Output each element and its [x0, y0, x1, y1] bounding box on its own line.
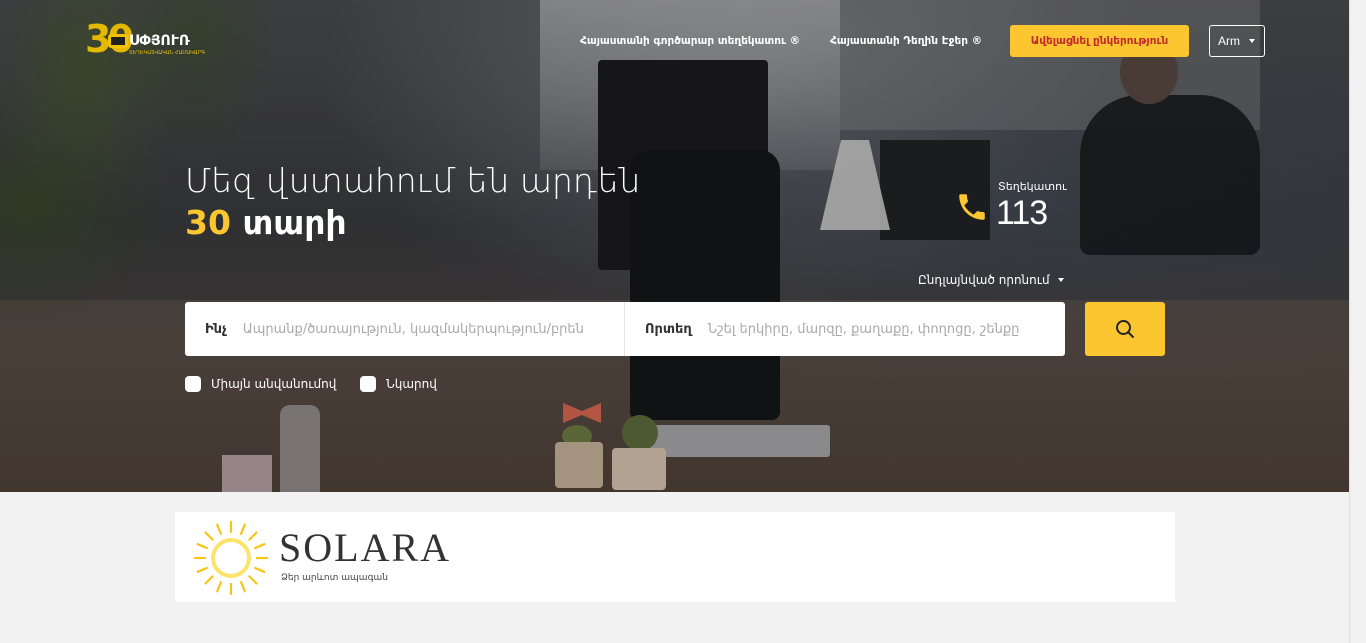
where-label: Որտեղ — [645, 321, 692, 337]
filter-name-only-checkbox[interactable]: Միայն անվանումով — [185, 376, 336, 392]
phone-icon — [959, 194, 985, 220]
sun-logo-icon — [193, 520, 269, 596]
nav-yellow-pages[interactable]: Հայաստանի Դեղին Էջեր ® — [830, 35, 982, 47]
nav-business-directory[interactable]: Հայաստանի գործարար տեղեկատու ® — [580, 35, 800, 47]
caret-down-icon — [1057, 278, 1064, 282]
filter-name-only-label: Միայն անվանումով — [211, 377, 337, 391]
headline-line2: 30 տարի — [185, 202, 640, 244]
search-button[interactable] — [1085, 302, 1165, 356]
what-input[interactable] — [242, 321, 603, 337]
checkbox-box[interactable] — [360, 376, 376, 392]
headline-years-word: տարի — [242, 203, 347, 242]
search-bar: Ինչ Որտեղ — [185, 302, 1065, 356]
what-label: Ինչ — [205, 321, 227, 337]
phone-label: Տեղեկատու — [998, 180, 1067, 193]
phone-book-icon — [108, 34, 128, 48]
advanced-search-label: Ընդլայնված որոնում — [918, 273, 1050, 287]
language-value: Arm — [1218, 34, 1240, 48]
headline-line1: Մեզ վստահում են արդեն — [185, 161, 641, 200]
checkbox-box[interactable] — [185, 376, 201, 392]
add-company-button[interactable]: Ավելացնել ընկերություն — [1010, 25, 1189, 57]
hero-overlay — [0, 0, 1349, 492]
logo-tagline: ՏԵՂԵԿԱՏՎԱԿԱՆ ՀԱՄԱԿԱՐԳ — [129, 50, 205, 56]
site-logo[interactable]: 30 ՍՓՅՈՒՌ ՏԵՂԵԿԱՏՎԱԿԱՆ ՀԱՄԱԿԱՐԳ — [85, 19, 205, 60]
where-field: Որտեղ — [625, 302, 1065, 356]
hero-headline: Մեզ վստահում են արդեն 30 տարի — [185, 160, 640, 244]
headline-years: 30 — [185, 203, 231, 242]
caret-down-icon — [1249, 39, 1255, 43]
page-scrollbar[interactable] — [1349, 0, 1366, 643]
filter-with-photo-checkbox[interactable]: Նկարով — [360, 376, 437, 392]
ad-banner[interactable]: SOLARA Ձեր արևոտ ապագան — [175, 512, 1175, 602]
filter-with-photo-label: Նկարով — [386, 377, 437, 391]
hero-section — [0, 0, 1349, 492]
logo-wordmark: ՍՓՅՈՒՌ — [129, 33, 190, 49]
search-icon — [1116, 320, 1134, 338]
advanced-search-toggle[interactable]: Ընդլայնված որոնում — [918, 273, 1064, 287]
where-input[interactable] — [707, 321, 1065, 337]
banner-slogan: Ձեր արևոտ ապագան — [281, 573, 388, 583]
phone-number[interactable]: 113 — [996, 194, 1048, 233]
what-field: Ինչ — [185, 302, 625, 356]
language-select[interactable]: Arm — [1209, 25, 1265, 57]
banner-brand: SOLARA — [279, 525, 452, 570]
